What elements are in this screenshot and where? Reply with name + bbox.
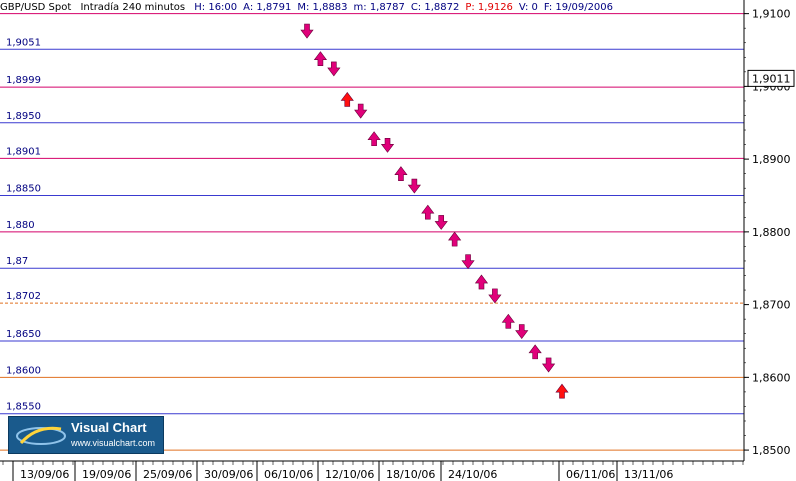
x-tick-label: 25/09/06	[143, 468, 192, 481]
buy-arrow-icon	[394, 166, 408, 181]
buy-arrow-icon	[448, 231, 462, 247]
level-label: 1,8702	[6, 291, 41, 302]
sell-arrow-icon	[327, 61, 341, 77]
sell-arrow-icon	[515, 324, 529, 340]
y-tick-label: 1,8900	[752, 153, 791, 166]
logo-swoosh-icon	[16, 426, 66, 445]
x-tick-label: 18/10/06	[386, 468, 435, 481]
date-axis: 13/09/06 19/09/06 25/09/06 30/09/06 06/10/06…	[0, 460, 744, 481]
x-tick-label: 19/09/06	[82, 468, 131, 481]
price-chart[interactable]: 1,9051 1,8999 1,8950 1,8901 1,8850 1,880 1,87 1…	[0, 0, 796, 481]
level-label: 1,8999	[6, 75, 41, 86]
buy-arrow-icon	[501, 313, 515, 329]
x-tick-label: 30/09/06	[204, 468, 253, 481]
y-tick-label: 1,8800	[752, 226, 791, 239]
chart-window: GBP/USD Spot Intradía 240 minutos H: 16:…	[0, 0, 796, 481]
buy-arrow-icon	[421, 204, 435, 220]
buy-arrow-icon	[474, 274, 489, 290]
level-label: 1,9051	[6, 37, 41, 48]
buy-arrow-icon	[367, 131, 381, 147]
x-tick-label: 06/10/06	[264, 468, 313, 481]
buy-arrow-icon	[555, 383, 569, 399]
level-label: 1,8901	[6, 146, 41, 157]
level-label: 1,8650	[6, 329, 41, 340]
x-tick-label: 13/11/06	[624, 468, 673, 481]
visual-chart-logo: Visual Chart www.visualchart.com	[8, 416, 164, 454]
buy-arrow-icon	[340, 91, 354, 107]
x-tick-label: 06/11/06	[566, 468, 615, 481]
sell-arrow-icon	[541, 357, 556, 373]
level-label: 1,880	[6, 220, 35, 231]
level-label: 1,8550	[6, 402, 41, 413]
level-label: 1,8950	[6, 111, 41, 122]
x-tick-label: 12/10/06	[325, 468, 374, 481]
buy-arrow-icon	[313, 51, 328, 67]
sell-arrow-icon	[300, 23, 314, 39]
sell-arrow-icon	[488, 288, 502, 304]
buy-arrow-icon	[528, 344, 542, 360]
logo-title: Visual Chart	[71, 420, 147, 435]
sell-arrow-icon	[380, 138, 395, 153]
y-tick-label: 1,8600	[752, 371, 791, 384]
level-label: 1,8850	[6, 183, 41, 194]
y-tick-label: 1,9100	[752, 8, 791, 21]
logo-url: www.visualchart.com	[71, 438, 156, 448]
level-label: 1,87	[6, 256, 28, 267]
sell-arrow-icon	[354, 103, 368, 119]
price-axis: 1,91001,90001,89001,88001,87001,86001,85…	[743, 0, 795, 461]
sell-arrow-icon	[407, 178, 421, 194]
x-tick-label: 13/09/06	[20, 468, 69, 481]
level-lines: 1,9051 1,8999 1,8950 1,8901 1,8850 1,880 1,87 1…	[0, 13, 744, 451]
x-tick-label: 24/10/06	[448, 468, 497, 481]
sell-arrow-icon	[434, 215, 448, 230]
signal-markers	[300, 23, 569, 399]
sell-arrow-icon	[461, 254, 475, 270]
y-tick-label: 1,8500	[752, 444, 791, 457]
y-tick-label: 1,8700	[752, 299, 791, 312]
current-price-label: 1,9011	[752, 72, 791, 85]
level-label: 1,8600	[6, 365, 41, 376]
